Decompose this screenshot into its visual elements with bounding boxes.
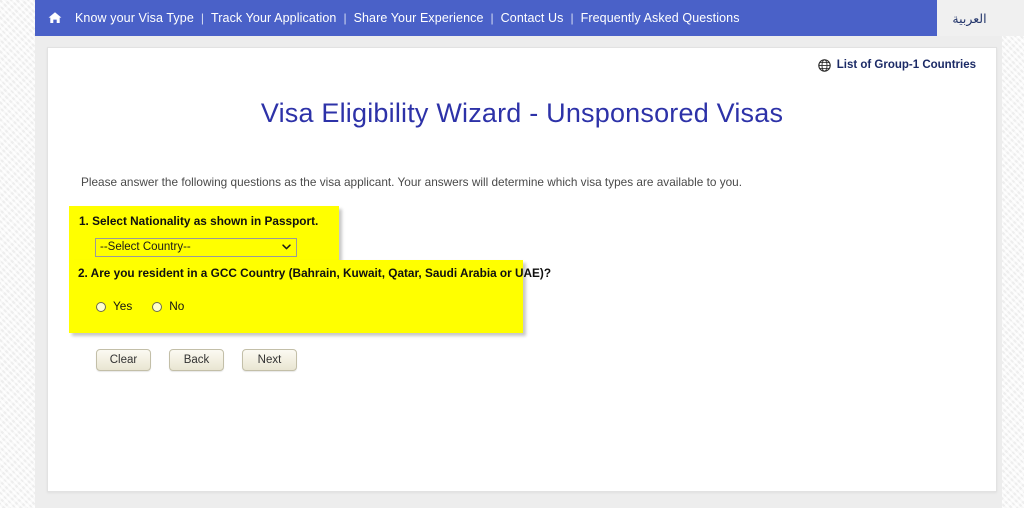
nav-separator: | xyxy=(490,11,494,25)
nav-link-know-your-visa-type[interactable]: Know your Visa Type xyxy=(75,11,194,25)
page-title: Visa Eligibility Wizard - Unsponsored Vi… xyxy=(260,98,784,128)
radio-label-yes: Yes xyxy=(113,299,133,313)
language-switch-arabic[interactable]: العربية xyxy=(952,11,986,26)
page-background-left xyxy=(0,0,35,508)
group-1-countries-label: List of Group-1 Countries xyxy=(836,59,976,71)
globe-icon xyxy=(817,59,831,72)
nav-separator: | xyxy=(200,11,204,25)
radio-label-no: No xyxy=(169,299,185,313)
nationality-select[interactable]: --Select Country-- xyxy=(95,238,297,257)
wizard-action-buttons: Clear Back Next xyxy=(96,349,297,371)
nav-links: Know your Visa Type | Track Your Applica… xyxy=(75,11,740,25)
question-1-label: 1. Select Nationality as shown in Passpo… xyxy=(79,214,319,228)
question-2-box: 2. Are you resident in a GCC Country (Ba… xyxy=(69,260,551,333)
gcc-resident-radio-group: Yes No xyxy=(96,300,204,313)
question-2-label: 2. Are you resident in a GCC Country (Ba… xyxy=(78,266,552,280)
page-background-right xyxy=(1002,0,1024,508)
nav-link-contact-us[interactable]: Contact Us xyxy=(501,11,564,25)
language-switch-area: العربية xyxy=(937,0,1002,36)
nav-separator: | xyxy=(343,11,347,25)
question-1-box: 1. Select Nationality as shown in Passpo… xyxy=(69,206,339,262)
intro-instructions: Please answer the following questions as… xyxy=(81,175,742,189)
nav-link-frequently-asked-questions[interactable]: Frequently Asked Questions xyxy=(581,11,740,25)
nationality-select-wrapper: --Select Country-- xyxy=(95,237,297,257)
back-button[interactable]: Back xyxy=(169,349,224,371)
nav-separator: | xyxy=(570,11,574,25)
radio-button-no[interactable] xyxy=(152,301,163,312)
content-panel: List of Group-1 Countries Visa Eligibili… xyxy=(47,47,997,492)
gcc-resident-option-yes[interactable]: Yes xyxy=(96,300,132,313)
nav-link-share-your-experience[interactable]: Share Your Experience xyxy=(354,11,484,25)
gcc-resident-option-no[interactable]: No xyxy=(152,300,184,313)
next-button[interactable]: Next xyxy=(242,349,297,371)
top-navigation-bar: Know your Visa Type | Track Your Applica… xyxy=(35,0,937,36)
list-of-group-1-countries-link[interactable]: List of Group-1 Countries xyxy=(817,59,976,72)
topbar-right-cap xyxy=(1002,0,1024,36)
radio-button-yes[interactable] xyxy=(96,301,106,312)
home-icon[interactable] xyxy=(47,10,63,26)
clear-button[interactable]: Clear xyxy=(96,349,151,371)
nav-link-track-your-application[interactable]: Track Your Application xyxy=(211,11,336,25)
